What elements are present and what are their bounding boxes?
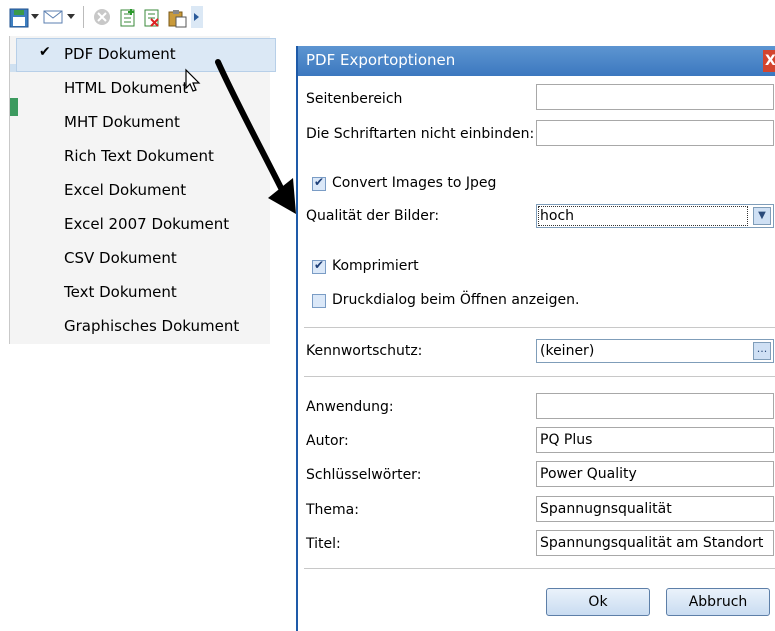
check-icon: ✔ [39, 44, 51, 60]
dropdown-arrow-icon[interactable] [31, 12, 39, 30]
stop-icon[interactable] [93, 8, 111, 26]
menu-item-rtf[interactable]: Rich Text Dokument [64, 143, 214, 169]
menu-item-text[interactable]: Text Dokument [64, 279, 177, 305]
image-quality-value: hoch [540, 208, 575, 224]
compressed-checkbox[interactable]: ✔ [312, 258, 326, 274]
image-quality-select[interactable]: hoch ▼ [536, 204, 774, 228]
separator [304, 568, 775, 569]
menu-item-excel[interactable]: Excel Dokument [64, 177, 186, 203]
more-icon[interactable] [191, 6, 203, 28]
application-input[interactable] [536, 393, 774, 419]
dialog-titlebar[interactable]: PDF Exportoptionen X [298, 46, 775, 76]
menu-item-html[interactable]: HTML Dokument [64, 75, 188, 101]
arrow-head [268, 178, 296, 214]
separator [304, 376, 775, 377]
delete-sheet-icon[interactable] [143, 8, 161, 27]
mouse-cursor-icon [185, 68, 201, 92]
title-input[interactable]: Spannungsqualität am Standort [536, 530, 774, 556]
subject-label: Thema: [306, 502, 359, 518]
dropdown-arrow-icon[interactable] [67, 12, 75, 30]
convert-jpeg-checkbox[interactable]: ✔ [312, 175, 326, 191]
close-button[interactable]: X [763, 50, 775, 72]
dialog-title: PDF Exportoptionen [306, 51, 456, 69]
no-embed-fonts-input[interactable] [536, 120, 774, 146]
print-dialog-checkbox[interactable] [312, 294, 326, 308]
menu-item-mht[interactable]: MHT Dokument [64, 109, 180, 135]
keywords-label: Schlüsselwörter: [306, 467, 422, 483]
export-format-menu: ✔ PDF Dokument HTML Dokument MHT Dokumen… [9, 36, 276, 344]
page-range-label: Seitenbereich [306, 91, 403, 107]
save-icon[interactable] [9, 8, 29, 28]
password-label: Kennwortschutz: [306, 343, 423, 359]
no-embed-fonts-label: Die Schriftarten nicht einbinden: [306, 126, 535, 142]
menu-item-excel-2007[interactable]: Excel 2007 Dokument [64, 211, 229, 237]
print-dialog-label: Druckdialog beim Öffnen anzeigen. [332, 292, 580, 308]
subject-value: Spannugnsqualität [540, 501, 672, 517]
compressed-label: Komprimiert [332, 258, 419, 274]
title-label: Titel: [306, 536, 341, 552]
menu-edge-bar [10, 98, 18, 116]
menu-item-graphic[interactable]: Graphisches Dokument [64, 313, 239, 339]
toolbar [9, 4, 274, 32]
pdf-export-dialog: PDF Exportoptionen X Seitenbereich Die S… [296, 46, 775, 631]
check-icon: ✔ [314, 175, 325, 189]
menu-item-csv[interactable]: CSV Dokument [64, 245, 177, 271]
keywords-input[interactable]: Power Quality [536, 461, 774, 487]
image-quality-label: Qualität der Bilder: [306, 208, 440, 224]
toolbar-divider [83, 6, 84, 28]
author-value: PQ Plus [540, 432, 593, 448]
ellipsis-button[interactable]: ... [753, 342, 771, 360]
add-sheet-icon[interactable] [119, 8, 137, 27]
cancel-button[interactable]: Abbruch [666, 588, 770, 616]
subject-input[interactable]: Spannugnsqualität [536, 496, 774, 522]
menu-item-pdf[interactable]: PDF Dokument [64, 41, 176, 67]
author-input[interactable]: PQ Plus [536, 427, 774, 453]
paste-icon[interactable] [167, 8, 187, 28]
password-field[interactable]: (keiner) ... [536, 339, 774, 363]
dialog-content: Seitenbereich Die Schriftarten nicht ein… [298, 76, 775, 631]
author-label: Autor: [306, 433, 349, 449]
separator [304, 327, 775, 328]
email-icon[interactable] [43, 8, 63, 26]
keywords-value: Power Quality [540, 466, 637, 482]
title-value: Spannungsqualität am Standort [540, 535, 764, 551]
password-value: (keiner) [540, 343, 595, 359]
check-icon: ✔ [314, 258, 325, 272]
ok-button[interactable]: Ok [546, 588, 650, 616]
application-label: Anwendung: [306, 399, 394, 415]
page-range-input[interactable] [536, 84, 774, 110]
convert-jpeg-label: Convert Images to Jpeg [332, 175, 497, 191]
chevron-down-icon[interactable]: ▼ [753, 207, 771, 225]
